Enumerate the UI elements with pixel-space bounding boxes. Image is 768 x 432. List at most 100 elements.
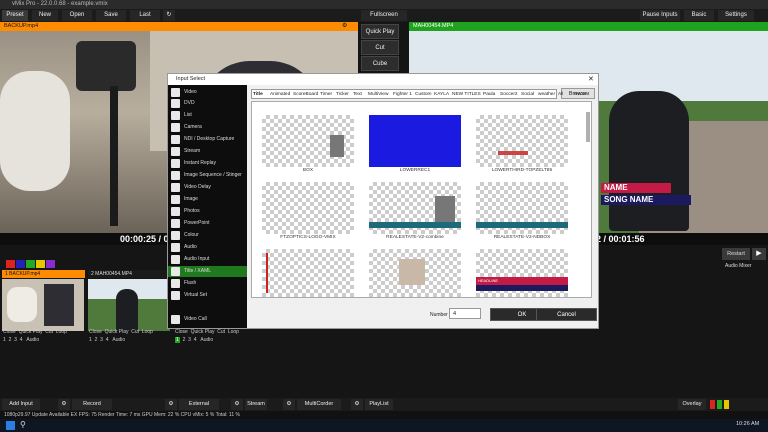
last-button[interactable]: Last [130, 10, 160, 21]
cut-small-button[interactable]: Cut [45, 329, 53, 335]
loop-button[interactable]: Loop [228, 329, 239, 335]
title-item[interactable]: BOX [262, 115, 354, 178]
number-select[interactable]: 4 [449, 308, 481, 319]
windows-start-icon[interactable] [6, 421, 15, 430]
tab-scoreboard[interactable]: ScoreBoard [293, 91, 318, 98]
gear-icon[interactable]: ⚙ [283, 399, 295, 410]
cancel-button[interactable]: Cancel [536, 308, 597, 321]
quick-play-button[interactable]: Quick Play [361, 24, 399, 39]
sidebar-item-ndi[interactable]: NDI / Desktop Capture [168, 134, 247, 145]
new-button[interactable]: New [32, 10, 58, 21]
input-2-thumbnail[interactable] [88, 279, 170, 331]
restart-button[interactable]: Restart [722, 248, 750, 260]
play-icon[interactable]: ▶ [752, 248, 766, 260]
sidebar-item-list[interactable]: List [168, 110, 247, 121]
open-button[interactable]: Open [62, 10, 92, 21]
cut-button[interactable]: Cut [361, 40, 399, 55]
tab-new-titles[interactable]: NEW TITLES [452, 91, 481, 98]
close-button[interactable]: Close [89, 329, 102, 335]
sidebar-item-instant-replay[interactable]: Instant Replay [168, 158, 247, 169]
fullscreen-button[interactable]: Fullscreen [361, 10, 407, 21]
refresh-icon[interactable]: ↻ [163, 10, 175, 21]
tab-timer[interactable]: Timer [320, 91, 332, 98]
tab-animated[interactable]: Animated [270, 91, 290, 98]
close-button[interactable]: Close [175, 329, 188, 335]
tab-custom[interactable]: Custom [415, 91, 432, 98]
output-title: MAH00454.MP4 [409, 22, 768, 31]
sidebar-item-flash[interactable]: Flash [168, 278, 247, 289]
tab-ticker[interactable]: Ticker [336, 91, 349, 98]
cube-transition-button[interactable]: Cube [361, 56, 399, 71]
playlist-button[interactable]: PlayList [365, 399, 393, 410]
title-item[interactable]: FTZOPTICS-LOGO-VMIX [262, 182, 354, 245]
quick-play-small-button[interactable]: Quick Play [19, 329, 43, 335]
sidebar-item-stream[interactable]: Stream [168, 146, 247, 157]
tab-all[interactable]: All [558, 91, 563, 98]
sidebar-item-image-sequence[interactable]: Image Sequence / Stinger [168, 170, 247, 181]
loop-button[interactable]: Loop [142, 329, 153, 335]
grid-scrollbar[interactable] [586, 112, 590, 142]
cut-small-button[interactable]: Cut [131, 329, 139, 335]
preset-button[interactable]: Preset [2, 10, 28, 21]
gear-icon[interactable]: ⚙ [58, 399, 70, 410]
audio-mixer-label[interactable]: Audio Mixer [725, 263, 767, 271]
sidebar-item-camera[interactable]: Camera [168, 122, 247, 133]
tab-kayla[interactable]: KAYLA [434, 91, 449, 98]
tab-social[interactable]: Social [521, 91, 534, 98]
stream-button[interactable]: Stream [245, 399, 267, 410]
overlay-button[interactable]: Overlay [678, 399, 706, 410]
pause-inputs-button[interactable]: Pause Inputs [640, 10, 680, 21]
sidebar-item-powerpoint[interactable]: PowerPoint [168, 218, 247, 229]
tab-fighter-1[interactable]: Fighter 1 [393, 91, 412, 98]
sidebar-item-audio[interactable]: Audio [168, 242, 247, 253]
record-button[interactable]: Record [72, 399, 112, 410]
close-button[interactable]: Close [3, 329, 16, 335]
audio-button[interactable]: Audio [112, 337, 125, 343]
cut-small-button[interactable]: Cut [217, 329, 225, 335]
audio-button[interactable]: Audio [26, 337, 39, 343]
title-item[interactable]: HEADLINE [476, 249, 568, 297]
loop-button[interactable]: Loop [56, 329, 67, 335]
sidebar-item-audio-input[interactable]: Audio Input [168, 254, 247, 265]
search-icon[interactable]: ⚲ [20, 420, 26, 429]
sidebar-item-video[interactable]: Video [168, 87, 247, 98]
title-item[interactable]: REALESTATE-V2-NDBOX [476, 182, 568, 245]
title-item[interactable]: LOWERTHIRD-TOPZELT85 [476, 115, 568, 178]
basic-button[interactable]: Basic [684, 10, 714, 21]
title-item[interactable]: REALESTATE-V2-combine [369, 182, 461, 245]
quick-play-small-button[interactable]: Quick Play [105, 329, 129, 335]
external-button[interactable]: External [179, 399, 219, 410]
title-item[interactable]: LOWERREC1 [369, 115, 461, 178]
gear-icon[interactable]: ⚙ [342, 22, 358, 31]
settings-button[interactable]: Settings [718, 10, 754, 21]
sidebar-item-dvd[interactable]: DVD [168, 98, 247, 109]
gear-icon[interactable]: ⚙ [165, 399, 177, 410]
input-1-thumbnail[interactable] [2, 279, 84, 331]
tab-title[interactable]: Title [253, 91, 263, 98]
lower-third-name: NAME [601, 183, 671, 193]
gear-icon[interactable]: ⚙ [231, 399, 243, 410]
sidebar-item-video-delay[interactable]: Video Delay [168, 182, 247, 193]
title-item[interactable] [369, 249, 461, 297]
close-icon[interactable]: ✕ [588, 74, 598, 85]
tab-paula[interactable]: Paula [483, 91, 495, 98]
sidebar-item-virtual-set[interactable]: Virtual Set [168, 290, 247, 301]
sidebar-item-colour[interactable]: Colour [168, 230, 247, 241]
tab-text[interactable]: Text [353, 91, 362, 98]
multicorder-button[interactable]: MultiCorder [297, 399, 341, 410]
tab-multiview[interactable]: MultiView [368, 91, 388, 98]
audio-button[interactable]: Audio [200, 337, 213, 343]
dvd-icon [171, 99, 180, 108]
tab-recent[interactable]: Recent [574, 91, 589, 98]
quick-play-small-button[interactable]: Quick Play [191, 329, 215, 335]
tab-weather[interactable]: weather [538, 91, 555, 98]
gear-icon[interactable]: ⚙ [351, 399, 363, 410]
tab-soccer2[interactable]: Soccer2 [500, 91, 518, 98]
save-button[interactable]: Save [96, 10, 126, 21]
sidebar-item-video-call[interactable]: Video Call [168, 314, 247, 325]
add-input-button[interactable]: Add Input [2, 399, 40, 410]
sidebar-item-title-xaml[interactable]: Title / XAML [168, 266, 247, 277]
title-item[interactable] [262, 249, 354, 297]
sidebar-item-photos[interactable]: Photos [168, 206, 247, 217]
sidebar-item-image[interactable]: Image [168, 194, 247, 205]
